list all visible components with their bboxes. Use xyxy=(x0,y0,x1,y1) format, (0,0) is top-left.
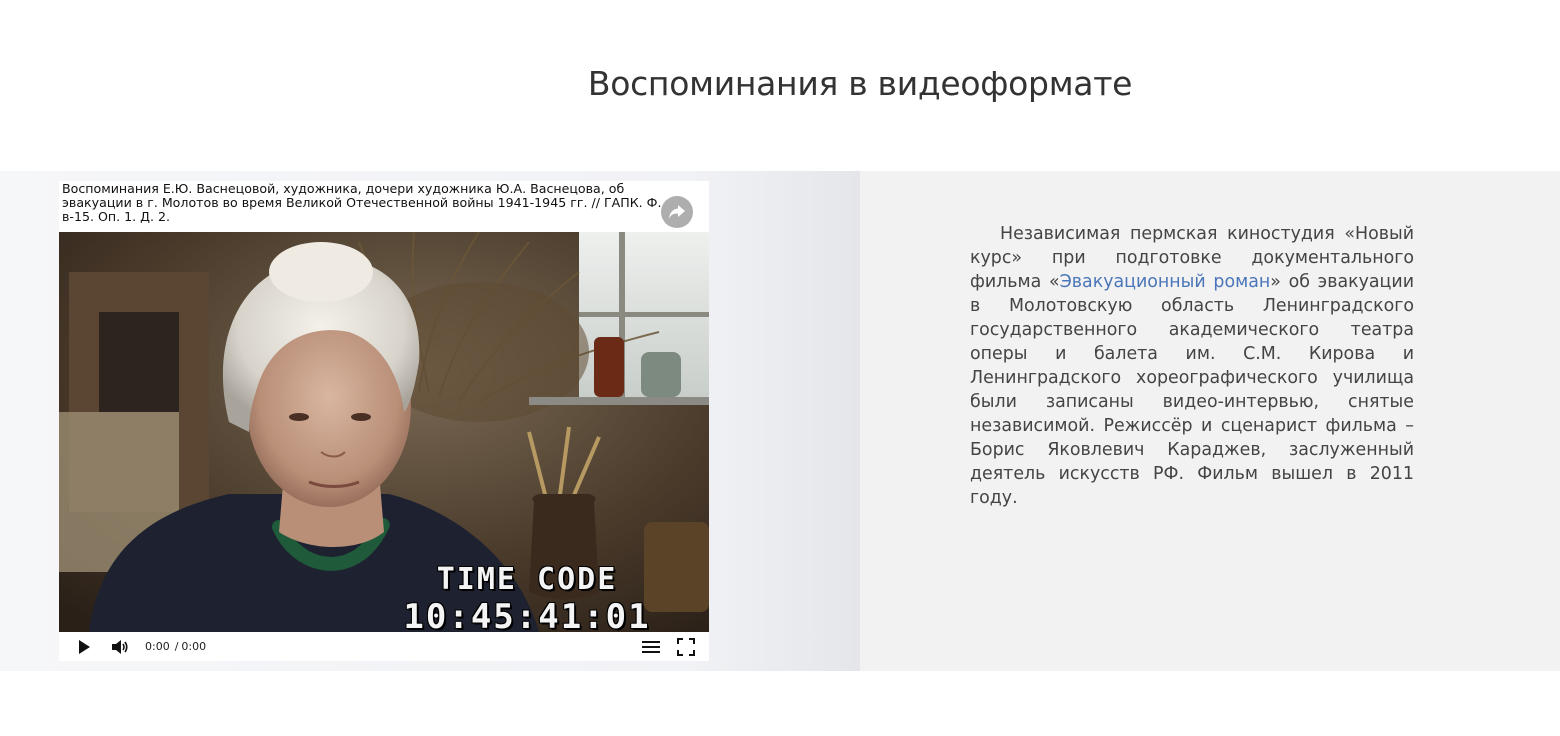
playlist-icon xyxy=(642,640,660,653)
time-separator: / xyxy=(174,640,179,653)
player-controls: 0:00 / 0:00 xyxy=(59,632,709,661)
fullscreen-button[interactable] xyxy=(675,637,697,656)
playlist-button[interactable] xyxy=(640,639,662,655)
video-player[interactable]: Воспоминания Е.Ю. Васнецовой, художника,… xyxy=(59,181,709,661)
play-button[interactable] xyxy=(73,639,95,655)
duration: 0:00 xyxy=(181,640,207,653)
play-icon xyxy=(79,639,90,654)
current-time: 0:00 xyxy=(145,640,170,653)
timecode-value: 10:45:41:01 xyxy=(403,597,651,632)
fullscreen-icon xyxy=(677,637,695,656)
share-icon xyxy=(669,205,685,219)
film-title-link[interactable]: Эвакуационный роман xyxy=(1060,272,1271,292)
film-description: Независимая пермская киностудия «Новый к… xyxy=(970,222,1414,510)
video-frame[interactable]: TIME CODE 10:45:41:01 xyxy=(59,232,709,632)
volume-button[interactable] xyxy=(109,639,131,655)
page-title: Воспоминания в видеоформате xyxy=(587,64,1133,103)
video-panel: Воспоминания Е.Ю. Васнецовой, художника,… xyxy=(0,171,860,671)
description-text-end: » об эвакуации в Молотовскую область Лен… xyxy=(970,272,1414,508)
volume-icon xyxy=(112,639,128,654)
share-button[interactable] xyxy=(661,196,693,228)
content-band: Воспоминания Е.Ю. Васнецовой, художника,… xyxy=(0,171,1560,671)
timecode-label: TIME CODE xyxy=(436,562,618,597)
video-caption: Воспоминания Е.Ю. Васнецовой, художника,… xyxy=(62,181,662,224)
